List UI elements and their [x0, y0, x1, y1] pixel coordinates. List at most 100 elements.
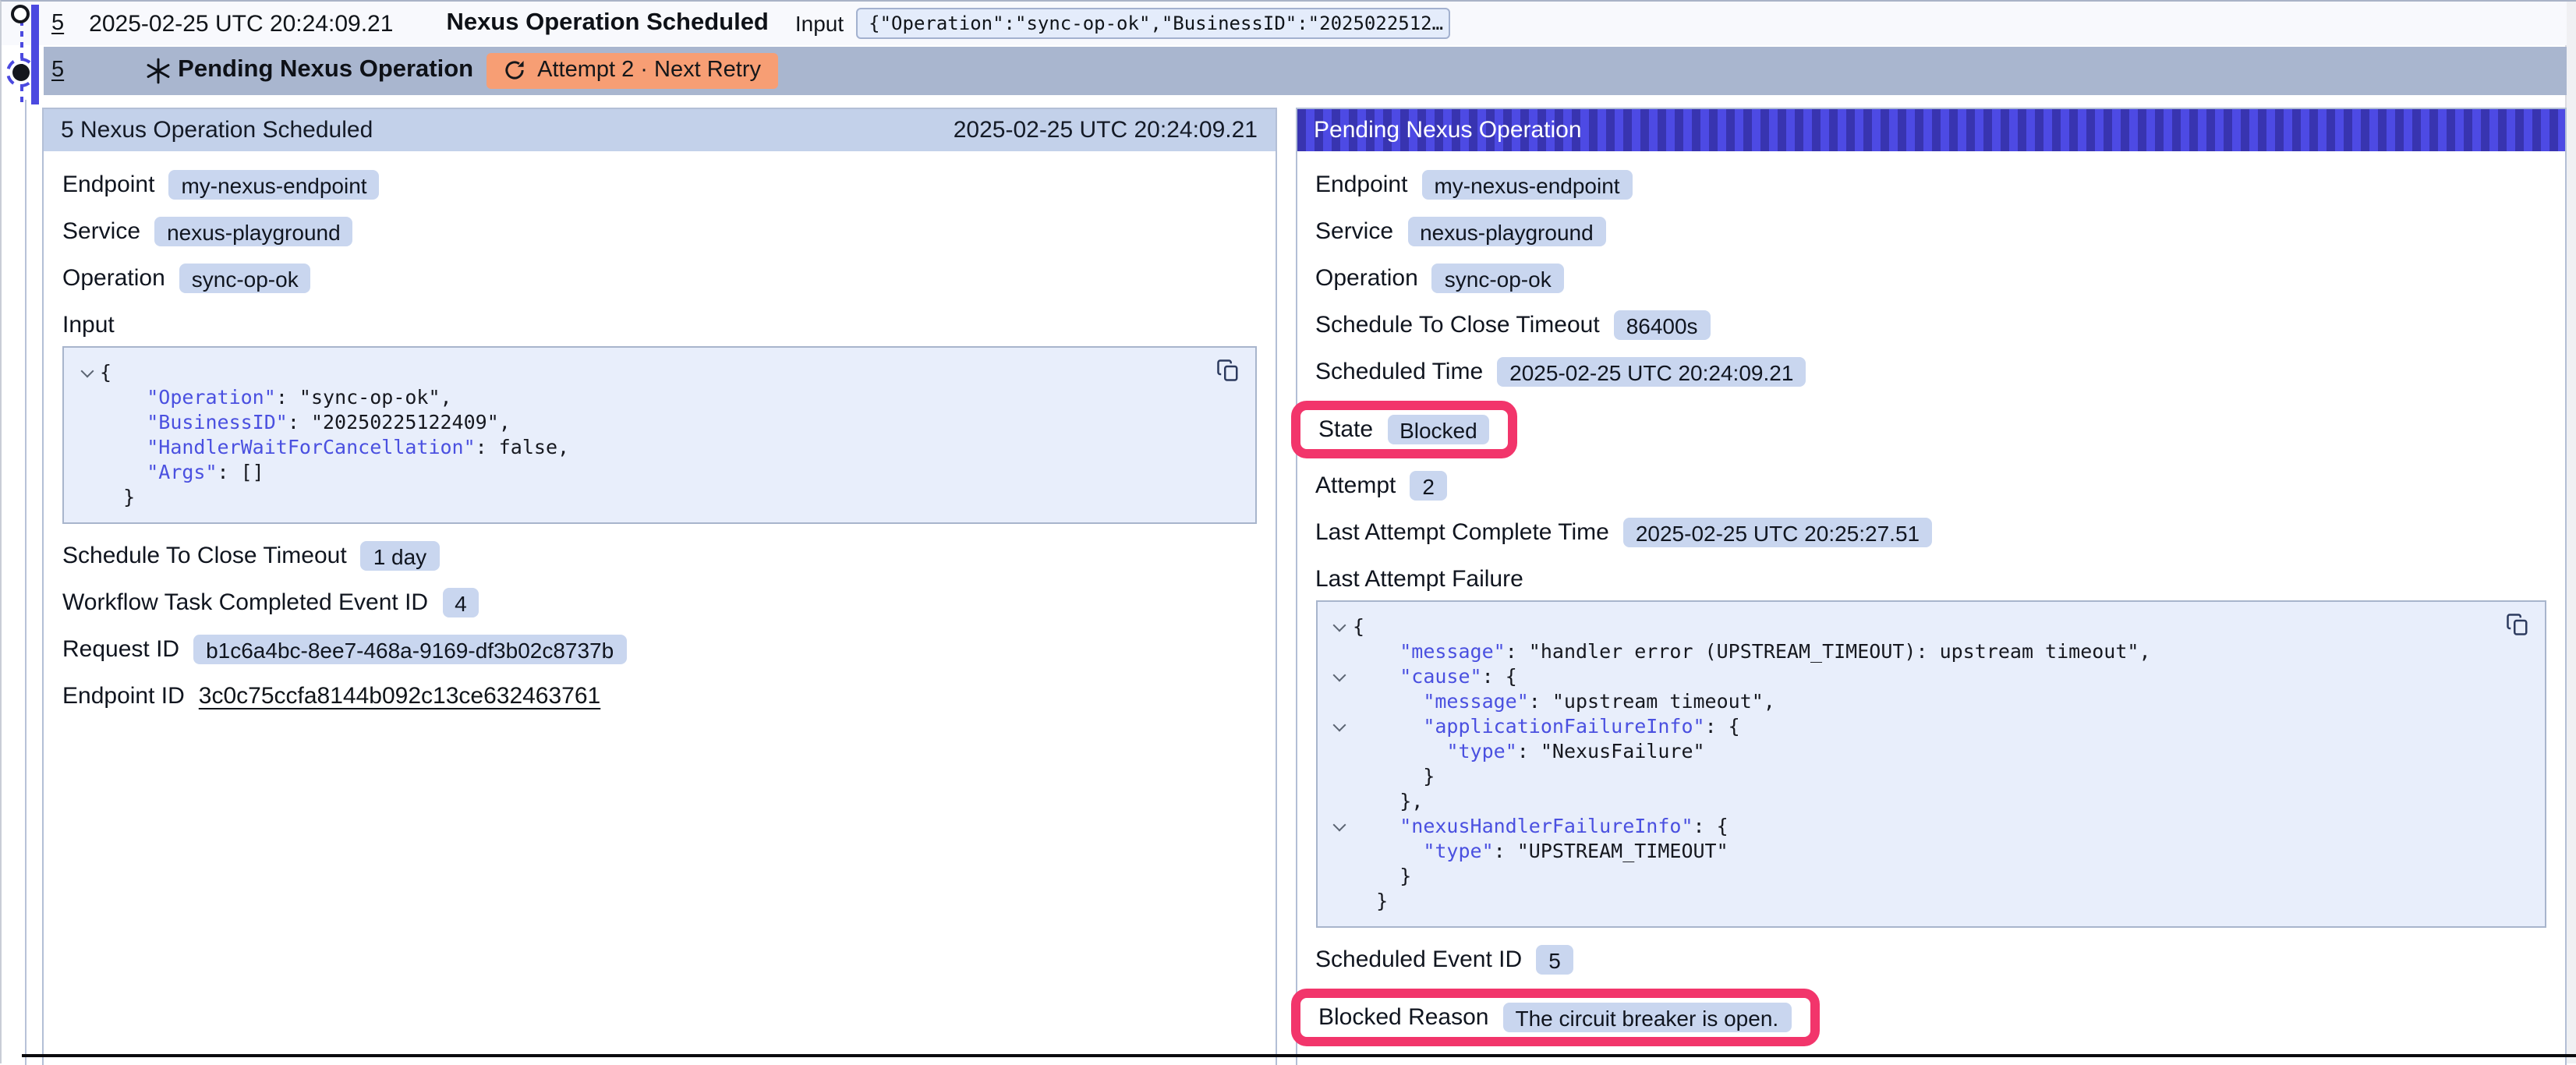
field-workflow-task-completed-event-id: Workflow Task Completed Event ID 4 [62, 588, 1256, 617]
field-scheduled-time: Scheduled Time 2025-02-25 UTC 20:24:09.2… [1315, 357, 2546, 387]
field-blocked-reason: Blocked Reason The circuit breaker is op… [1315, 989, 2546, 1046]
selected-event-indicator-bar [30, 5, 39, 104]
json-line: "applicationFailureInfo": { [1326, 714, 2529, 739]
json-line: "HandlerWaitForCancellation": false, [73, 435, 1239, 460]
event-timestamp: 2025-02-25 UTC 20:24:09.21 [89, 10, 393, 37]
state-annotation-box: State Blocked [1290, 401, 1518, 458]
field-schedule-to-close-timeout: Schedule To Close Timeout 86400s [1315, 310, 2546, 340]
field-label: Workflow Task Completed Event ID [62, 589, 428, 616]
field-label: Schedule To Close Timeout [62, 543, 347, 569]
field-label: Attempt [1315, 472, 1396, 499]
blocked-reason-badge: The circuit breaker is open. [1502, 1003, 1791, 1032]
left-panel-timestamp: 2025-02-25 UTC 20:24:09.21 [954, 117, 1258, 143]
collapse-chevron-icon[interactable] [1333, 669, 1346, 682]
collapse-chevron-icon[interactable] [1333, 819, 1346, 832]
field-label: Operation [62, 265, 165, 292]
pending-asterisk-icon [145, 57, 172, 83]
retry-attempt-badge[interactable]: Attempt 2 · Next Retry [486, 52, 778, 88]
field-value-badge: b1c6a4bc-8ee7-468a-9169-df3b02c8737b [193, 635, 626, 664]
field-label: Endpoint [1315, 172, 1407, 198]
panel-pending-nexus-operation: Pending Nexus Operation Endpoint my-nexu… [1295, 108, 2567, 1065]
input-section-label: Input [62, 310, 1256, 340]
endpoint-id-link[interactable]: 3c0c75ccfa8144b092c13ce632463761 [199, 683, 600, 709]
field-label: Service [62, 218, 140, 245]
timeline-current-node-icon [12, 64, 30, 81]
left-panel-body: Endpoint my-nexus-endpoint Service nexus… [44, 151, 1275, 1065]
field-value-badge: 2025-02-25 UTC 20:24:09.21 [1497, 357, 1806, 387]
event-id-link[interactable]: 5 [51, 11, 64, 36]
field-value-badge: 2 [1410, 471, 1447, 501]
collapse-chevron-icon[interactable] [1333, 619, 1346, 632]
json-line: "BusinessID": "20250225122409", [73, 410, 1239, 435]
field-state: State Blocked [1315, 401, 2546, 458]
right-panel-header-striped: Pending Nexus Operation [1297, 109, 2565, 151]
field-value-badge: sync-op-ok [179, 264, 311, 293]
window-bottom-border [22, 1053, 2576, 1057]
json-line: "Args": [] [73, 460, 1239, 485]
field-value-badge: 4 [442, 588, 479, 617]
json-line: "message": "upstream timeout", [1326, 689, 2529, 714]
json-line: "cause": { [1326, 664, 2529, 689]
field-label: Endpoint ID [62, 683, 185, 709]
blocked-reason-annotation-box: Blocked Reason The circuit breaker is op… [1290, 989, 1819, 1046]
right-panel-body: Endpoint my-nexus-endpoint Service nexus… [1297, 151, 2565, 1065]
event-row-nexus-operation-scheduled[interactable]: 5 2025-02-25 UTC 20:24:09.21 Nexus Opera… [2, 2, 2567, 45]
field-value-badge: 5 [1536, 945, 1573, 975]
right-panel-title: Pending Nexus Operation [1314, 117, 1582, 143]
pending-title: Pending Nexus Operation [178, 56, 473, 84]
failure-json-viewer[interactable]: { "message": "handler error (UPSTREAM_TI… [1315, 600, 2546, 928]
field-value-badge: 2025-02-25 UTC 20:25:27.51 [1623, 518, 1932, 547]
json-line: "type": "NexusFailure" [1326, 739, 2529, 764]
json-line: "type": "UPSTREAM_TIMEOUT" [1326, 839, 2529, 864]
json-line: } [1326, 889, 2529, 914]
field-operation: Operation sync-op-ok [62, 264, 1256, 293]
field-label: Input [62, 312, 115, 338]
event-timeline [2, 2, 45, 114]
field-label: Service [1315, 218, 1393, 245]
field-endpoint-id: Endpoint ID 3c0c75ccfa8144b092c13ce63246… [62, 681, 1256, 711]
field-label: Scheduled Time [1315, 359, 1483, 385]
field-scheduled-event-id: Scheduled Event ID 5 [1315, 945, 2546, 975]
field-schedule-to-close-timeout: Schedule To Close Timeout 1 day [62, 541, 1256, 571]
vertical-scrollbar[interactable] [2565, 2, 2576, 1063]
copy-icon[interactable] [2506, 613, 2531, 638]
timeline-open-node-icon [11, 5, 30, 23]
json-line: }, [1326, 789, 2529, 814]
field-endpoint: Endpoint my-nexus-endpoint [62, 170, 1256, 200]
field-value-badge: nexus-playground [1407, 217, 1606, 246]
event-input-preview-badge[interactable]: {"Operation":"sync-op-ok","BusinessID":"… [856, 8, 1450, 39]
json-line: { [73, 360, 1239, 385]
field-value-badge: nexus-playground [154, 217, 353, 246]
collapse-chevron-icon[interactable] [80, 365, 94, 378]
field-value-badge: 1 day [361, 541, 440, 571]
panel-nexus-operation-scheduled: 5 Nexus Operation Scheduled 2025-02-25 U… [42, 108, 1276, 1065]
left-panel-title: 5 Nexus Operation Scheduled [61, 117, 373, 143]
json-line: "Operation": "sync-op-ok", [73, 385, 1239, 410]
state-blocked-badge: Blocked [1387, 415, 1490, 444]
field-label: Schedule To Close Timeout [1315, 312, 1600, 338]
pending-nexus-operation-row[interactable]: 5 Pending Nexus Operation Attempt 2 · Ne… [44, 46, 2567, 94]
event-input-label: Input [795, 11, 844, 36]
json-line: { [1326, 614, 2529, 639]
field-label: Endpoint [62, 172, 154, 198]
left-panel-header[interactable]: 5 Nexus Operation Scheduled 2025-02-25 U… [44, 109, 1275, 151]
field-label: Last Attempt Complete Time [1315, 519, 1609, 546]
field-attempt: Attempt 2 [1315, 471, 2546, 501]
field-operation: Operation sync-op-ok [1315, 264, 2546, 293]
event-detail-panels: 5 Nexus Operation Scheduled 2025-02-25 U… [25, 100, 2567, 1065]
json-line: } [1326, 764, 2529, 789]
field-value-badge: sync-op-ok [1432, 264, 1564, 293]
field-endpoint: Endpoint my-nexus-endpoint [1315, 170, 2546, 200]
field-label: Last Attempt Failure [1315, 566, 1523, 593]
pending-event-id-link[interactable]: 5 [51, 58, 64, 83]
retry-badge-label: Attempt 2 · Next Retry [537, 58, 761, 83]
field-request-id: Request ID b1c6a4bc-8ee7-468a-9169-df3b0… [62, 635, 1256, 664]
event-title: Nexus Operation Scheduled [446, 9, 768, 37]
field-value-badge: my-nexus-endpoint [168, 170, 379, 200]
field-service: Service nexus-playground [1315, 217, 2546, 246]
collapse-chevron-icon[interactable] [1333, 719, 1346, 732]
input-json-viewer[interactable]: { "Operation": "sync-op-ok", "BusinessID… [62, 346, 1256, 524]
copy-icon[interactable] [1215, 359, 1240, 384]
event-history-view: 5 2025-02-25 UTC 20:24:09.21 Nexus Opera… [0, 0, 2576, 1063]
json-line: "nexusHandlerFailureInfo": { [1326, 814, 2529, 839]
